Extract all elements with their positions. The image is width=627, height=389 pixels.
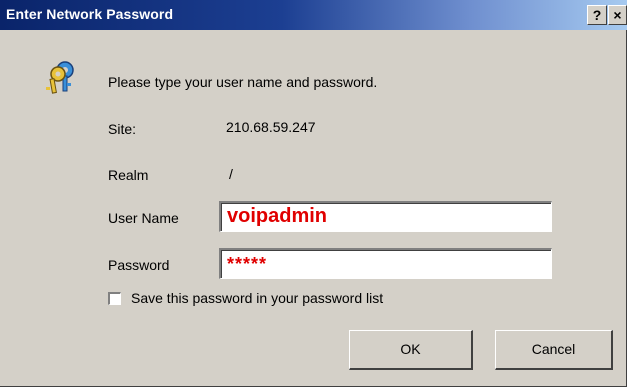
username-label: User Name bbox=[108, 210, 179, 226]
realm-value: / bbox=[229, 166, 233, 182]
keys-icon bbox=[46, 61, 74, 94]
prompt-text: Please type your user name and password. bbox=[108, 74, 378, 90]
site-label: Site: bbox=[108, 121, 137, 137]
password-label: Password bbox=[108, 257, 170, 273]
ok-button[interactable]: OK bbox=[349, 330, 473, 370]
network-password-dialog: Enter Network Password ? × Please type y… bbox=[0, 0, 627, 387]
cancel-button[interactable]: Cancel bbox=[495, 330, 613, 370]
window-title: Enter Network Password bbox=[6, 6, 174, 22]
save-password-label[interactable]: Save this password in your password list bbox=[131, 290, 383, 306]
close-button[interactable]: × bbox=[608, 5, 627, 25]
realm-label: Realm bbox=[108, 167, 149, 183]
save-password-checkbox[interactable] bbox=[108, 292, 121, 305]
username-field[interactable]: voipadmin bbox=[219, 201, 552, 232]
site-value: 210.68.59.247 bbox=[226, 119, 316, 135]
help-button[interactable]: ? bbox=[587, 5, 607, 25]
title-bar[interactable]: Enter Network Password ? × bbox=[0, 0, 627, 30]
password-field[interactable]: ***** bbox=[219, 248, 552, 279]
